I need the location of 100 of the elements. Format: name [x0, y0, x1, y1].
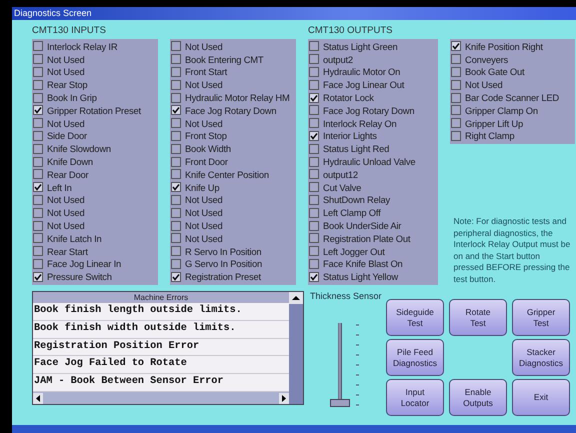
checkbox[interactable] — [171, 105, 181, 116]
checkbox[interactable] — [33, 194, 43, 205]
checkbox-label: Pressure Switch — [47, 271, 112, 282]
checkbox[interactable] — [33, 41, 43, 52]
checkbox[interactable] — [33, 130, 43, 141]
checkbox-label: Rear Door — [47, 168, 88, 180]
checkbox[interactable] — [451, 54, 461, 64]
checkbox[interactable] — [309, 156, 319, 167]
test-button[interactable]: Stacker Diagnostics — [512, 339, 570, 376]
checkbox-label: Not Used — [47, 194, 84, 206]
checkbox[interactable] — [451, 92, 461, 103]
checkbox[interactable] — [309, 233, 319, 244]
checkbox[interactable] — [33, 182, 43, 192]
checkbox[interactable] — [171, 233, 181, 244]
checkbox[interactable] — [33, 54, 43, 64]
checkbox-label: Rear Start — [47, 246, 88, 257]
error-row[interactable]: Face Jog Failed to Rotate — [33, 356, 289, 374]
checkbox[interactable] — [171, 54, 181, 64]
checkbox[interactable] — [33, 233, 43, 244]
test-button[interactable]: Enable Outputs — [449, 379, 507, 416]
scroll-right-icon[interactable] — [279, 392, 289, 404]
checkbox[interactable] — [171, 92, 181, 103]
checkbox-label: Knife Up — [185, 182, 220, 193]
horizontal-scrollbar[interactable] — [33, 392, 289, 404]
checkbox[interactable] — [33, 258, 43, 269]
checkbox[interactable] — [33, 80, 43, 90]
checkbox[interactable] — [309, 54, 319, 64]
checkbox[interactable] — [309, 92, 319, 103]
checkbox-label: Not Used — [47, 66, 84, 78]
checkbox[interactable] — [451, 130, 461, 141]
checkbox[interactable] — [171, 194, 181, 205]
checkbox[interactable] — [309, 144, 319, 154]
error-row[interactable]: Book finish width outside limits. — [33, 320, 289, 339]
checkbox[interactable] — [33, 92, 43, 103]
checkbox[interactable] — [309, 258, 319, 269]
checkbox[interactable] — [171, 208, 181, 218]
checkbox[interactable] — [309, 182, 319, 192]
checkbox[interactable] — [171, 41, 181, 52]
checkbox[interactable] — [451, 80, 461, 90]
checkbox-label: Status Light Yellow — [323, 271, 398, 282]
checkbox[interactable] — [309, 272, 319, 282]
checkbox[interactable] — [309, 220, 319, 231]
checkbox[interactable] — [33, 156, 43, 167]
checkbox[interactable] — [451, 41, 461, 52]
checkbox[interactable] — [171, 118, 181, 128]
checkbox[interactable] — [309, 246, 319, 256]
checkbox[interactable] — [171, 156, 181, 167]
test-button[interactable]: Input Locator — [386, 379, 444, 416]
scroll-left-icon[interactable] — [33, 392, 43, 404]
checkbox[interactable] — [309, 208, 319, 218]
checkbox[interactable] — [309, 169, 319, 180]
test-button[interactable]: Gripper Test — [512, 299, 570, 336]
test-button[interactable]: Rotate Test — [449, 299, 507, 336]
checkbox[interactable] — [309, 80, 319, 90]
checkbox[interactable] — [451, 66, 461, 77]
checkbox[interactable] — [171, 80, 181, 90]
checkbox-label: Gripper Rotation Preset — [47, 104, 141, 116]
checkbox-label: Not Used — [47, 207, 84, 218]
checkbox[interactable] — [33, 208, 43, 218]
checkbox[interactable] — [451, 105, 461, 116]
error-row[interactable]: Book finish length outside limits. — [33, 303, 289, 321]
checkbox-label: Not Used — [185, 220, 222, 232]
checkbox[interactable] — [309, 41, 319, 52]
checkbox[interactable] — [309, 118, 319, 128]
checkbox[interactable] — [171, 220, 181, 231]
checkbox[interactable] — [33, 105, 43, 116]
checkbox[interactable] — [171, 246, 181, 256]
checkbox[interactable] — [33, 144, 43, 154]
checkbox-label: Rear Stop — [47, 79, 88, 90]
checkbox[interactable] — [171, 144, 181, 154]
checkbox-label: Cut Valve — [323, 182, 362, 193]
test-button[interactable]: Exit — [512, 379, 570, 416]
checkbox[interactable] — [171, 169, 181, 180]
checkbox[interactable] — [171, 66, 181, 77]
checkbox[interactable] — [33, 118, 43, 128]
scroll-up-icon[interactable] — [289, 292, 303, 304]
checkbox-label: Right Clamp — [465, 130, 514, 142]
checkbox[interactable] — [171, 182, 181, 192]
checkbox[interactable] — [33, 169, 43, 180]
checkbox-label: Book Gate Out — [465, 66, 524, 78]
checkbox-label: Not Used — [185, 118, 222, 129]
test-button[interactable]: Sideguide Test — [386, 299, 444, 336]
checkbox[interactable] — [171, 258, 181, 269]
checkbox-label: Book Entering CMT — [185, 54, 264, 65]
checkbox[interactable] — [451, 118, 461, 128]
checkbox[interactable] — [309, 105, 319, 116]
test-button[interactable]: Pile Feed Diagnostics — [386, 339, 444, 376]
checkbox[interactable] — [171, 272, 181, 282]
checkbox[interactable] — [309, 66, 319, 77]
error-row[interactable]: Registration Position Error — [33, 338, 289, 356]
checkbox-label: Knife Latch In — [47, 232, 102, 244]
checkbox[interactable] — [309, 130, 319, 141]
checkbox[interactable] — [33, 272, 43, 282]
checkbox[interactable] — [33, 246, 43, 256]
checkbox[interactable] — [33, 66, 43, 77]
checkbox-label: Rotator Lock — [323, 92, 374, 104]
checkbox[interactable] — [171, 130, 181, 141]
checkbox[interactable] — [309, 194, 319, 205]
checkbox[interactable] — [33, 220, 43, 231]
slider-thumb[interactable] — [330, 399, 350, 408]
